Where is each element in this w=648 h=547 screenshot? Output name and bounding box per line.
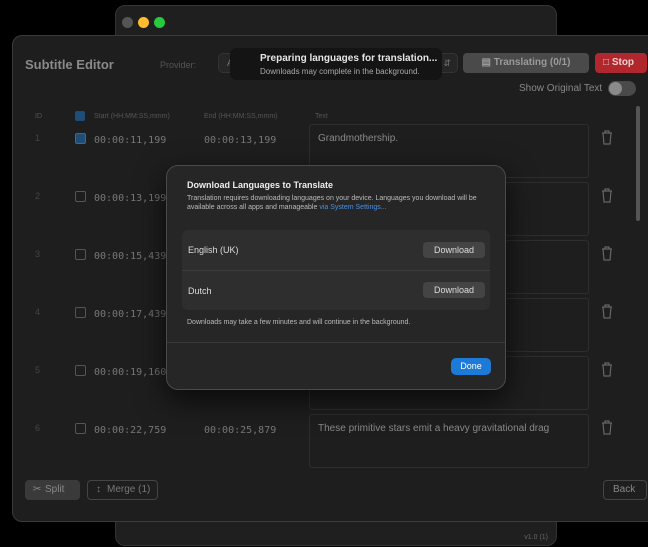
end-time[interactable]: 00:00:13,199: [204, 135, 276, 146]
trash-icon[interactable]: [600, 303, 614, 319]
merge-label: Merge (1): [107, 484, 151, 495]
select-all-checkbox[interactable]: [75, 111, 85, 121]
page-title: Subtitle Editor: [25, 57, 114, 72]
preparing-toast: Preparing languages for translation... D…: [230, 48, 442, 80]
version-label: v1.0 (1): [524, 534, 548, 541]
toggle-knob: [609, 82, 622, 95]
translate-icon: ▤: [481, 57, 491, 68]
trash-icon[interactable]: [600, 187, 614, 203]
scissors-icon: ✂: [33, 484, 42, 495]
row-id: 3: [35, 249, 41, 259]
minimize-window-button[interactable]: [138, 17, 149, 28]
close-window-button[interactable]: [122, 17, 133, 28]
start-time[interactable]: 00:00:11,199: [94, 135, 166, 146]
toast-subtitle: Downloads may complete in the background…: [260, 67, 420, 76]
column-text: Text: [315, 113, 328, 120]
system-settings-link[interactable]: via System Settings...: [319, 204, 386, 211]
trash-icon[interactable]: [600, 419, 614, 435]
column-start: Start (HH:MM:SS,mmm): [94, 113, 170, 120]
stop-label: Stop: [611, 57, 635, 68]
start-time[interactable]: 00:00:19,160: [94, 367, 166, 378]
download-english-button[interactable]: Download: [423, 242, 485, 258]
subtitle-text: These primitive stars emit a heavy gravi…: [318, 423, 550, 434]
back-button[interactable]: Back: [603, 480, 647, 500]
show-original-label: Show Original Text: [519, 83, 603, 94]
split-label: Split: [45, 484, 65, 495]
language-name: Dutch: [188, 286, 212, 296]
toast-title: Preparing languages for translation...: [260, 53, 438, 64]
start-time[interactable]: 00:00:15,439: [94, 251, 166, 262]
dialog-note: Downloads may take a few minutes and wil…: [187, 319, 411, 326]
translating-button[interactable]: ▤ Translating (0/1): [463, 53, 589, 73]
language-divider: [182, 270, 490, 271]
table-row: 6 00:00:22,759 00:00:25,879 These primit…: [25, 414, 648, 481]
row-checkbox[interactable]: [75, 365, 86, 376]
download-dutch-button[interactable]: Download: [423, 282, 485, 298]
stop-button[interactable]: □ Stop: [595, 53, 647, 73]
start-time[interactable]: 00:00:22,759: [94, 425, 166, 436]
chevron-updown-icon: ⇵: [443, 58, 451, 68]
row-checkbox[interactable]: [75, 249, 86, 260]
row-id: 4: [35, 307, 41, 317]
column-id: ID: [35, 113, 42, 120]
show-original-toggle[interactable]: [608, 81, 636, 96]
zoom-window-button[interactable]: [154, 17, 165, 28]
done-button[interactable]: Done: [451, 358, 491, 375]
start-time[interactable]: 00:00:13,199: [94, 193, 166, 204]
column-end: End (HH:MM:SS,mmm): [204, 113, 278, 120]
row-checkbox[interactable]: [75, 191, 86, 202]
row-checkbox[interactable]: [75, 423, 86, 434]
end-time[interactable]: 00:00:25,879: [204, 425, 276, 436]
row-checkbox[interactable]: [75, 133, 86, 144]
download-languages-dialog: Download Languages to Translate Translat…: [166, 165, 506, 390]
table-scrollbar[interactable]: [636, 106, 640, 221]
trash-icon[interactable]: [600, 129, 614, 145]
merge-icon: ↕: [96, 484, 101, 495]
provider-label: Provider:: [160, 60, 197, 70]
trash-icon[interactable]: [600, 245, 614, 261]
row-id: 1: [35, 133, 41, 143]
merge-button[interactable]: ↕ Merge (1): [87, 480, 158, 500]
split-button[interactable]: ✂ Split: [25, 480, 80, 500]
translating-label: Translating (0/1): [493, 57, 571, 68]
trash-icon[interactable]: [600, 361, 614, 377]
dialog-divider: [167, 342, 505, 343]
row-checkbox[interactable]: [75, 307, 86, 318]
start-time[interactable]: 00:00:17,439: [94, 309, 166, 320]
subtitle-text: Grandmothership.: [318, 133, 399, 144]
subtitle-text-field[interactable]: These primitive stars emit a heavy gravi…: [309, 414, 589, 468]
language-name: English (UK): [188, 245, 239, 255]
row-id: 6: [35, 423, 41, 433]
dialog-description: Translation requires downloading languag…: [187, 194, 487, 212]
row-id: 2: [35, 191, 41, 201]
row-id: 5: [35, 365, 41, 375]
dialog-title: Download Languages to Translate: [187, 180, 334, 190]
stop-square-icon: □: [603, 57, 610, 68]
